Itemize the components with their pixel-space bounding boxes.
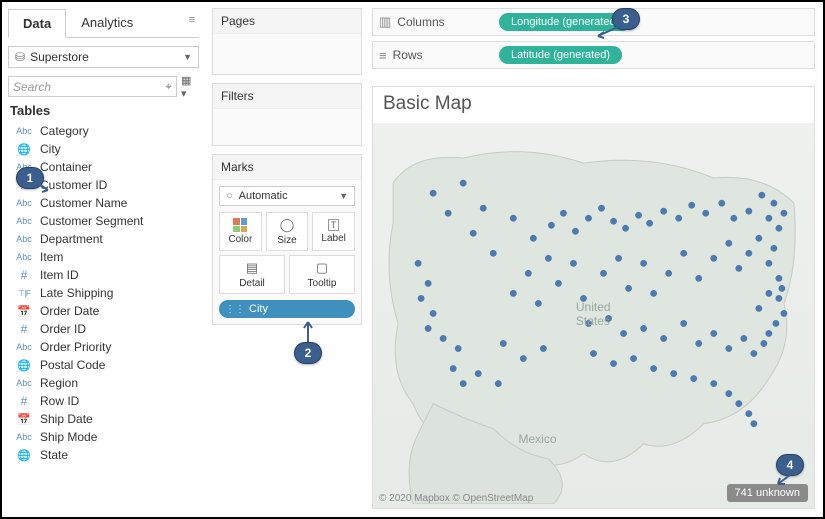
field-ship-date[interactable]: 📅Ship Date [8, 410, 203, 428]
annotation-arrow-3 [594, 24, 622, 40]
color-icon [233, 218, 247, 232]
field-order-id[interactable]: #Order ID [8, 320, 203, 338]
field-customer-name[interactable]: AbcCustomer Name [8, 194, 203, 212]
search-input[interactable]: Search ⌖ [8, 76, 177, 97]
annotation-arrow-4 [774, 470, 798, 488]
size-icon: ◯ [280, 217, 295, 233]
label-icon: T [328, 219, 340, 231]
field-region[interactable]: AbcRegion [8, 374, 203, 392]
marks-color-button[interactable]: Color [219, 212, 262, 251]
sheet-title[interactable]: Basic Map [373, 87, 814, 121]
shelves-column: Pages Filters Marks ○ Automatic ▼ Color … [212, 8, 362, 333]
marks-tooltip-button[interactable]: ▢ Tooltip [289, 255, 355, 294]
marks-label-button[interactable]: T Label [312, 212, 355, 251]
columns-label: Columns [397, 15, 444, 29]
field-state[interactable]: 🌐State [8, 446, 203, 464]
pages-label: Pages [213, 9, 361, 34]
tables-heading: Tables [10, 103, 205, 118]
datasource-name: Superstore [30, 50, 89, 64]
view-mode-toggle[interactable]: ▦ ▾ [181, 78, 199, 96]
sidebar-tabs: Data Analytics ≡ [8, 8, 199, 38]
field-item[interactable]: AbcItem [8, 248, 203, 266]
chevron-down-icon: ▼ [339, 191, 348, 201]
collapse-icon[interactable]: ≡ [185, 8, 199, 37]
database-icon: ⛁ [15, 50, 25, 64]
field-category[interactable]: AbcCategory [8, 122, 203, 140]
mark-type-text: Automatic [239, 190, 288, 202]
annotation-arrow-2 [302, 318, 314, 344]
marks-size-button[interactable]: ◯ Size [266, 212, 309, 251]
columns-icon: ▥ [379, 14, 391, 30]
marks-card: Marks ○ Automatic ▼ Color ◯ Size T Label… [212, 154, 362, 325]
rows-icon: ≡ [379, 48, 387, 63]
field-order-priority[interactable]: AbcOrder Priority [8, 338, 203, 356]
country-label-us: UnitedStates [576, 300, 611, 328]
field-postal-code[interactable]: 🌐Postal Code [8, 356, 203, 374]
field-item-id[interactable]: #Item ID [8, 266, 203, 284]
map-canvas[interactable]: UnitedStates Mexico © 2020 Mapbox © Open… [373, 123, 814, 508]
circle-icon: ○ [226, 190, 233, 202]
rows-pill-latitude[interactable]: Latitude (generated) [499, 46, 622, 64]
annotation-arrow-1 [30, 178, 52, 194]
field-row-id[interactable]: #Row ID [8, 392, 203, 410]
field-order-date[interactable]: 📅Order Date [8, 302, 203, 320]
columns-rows-shelves: ▥ Columns Longitude (generated) ≡ Rows L… [372, 8, 815, 74]
detail-small-icon: ⋮⋮ [225, 304, 245, 315]
detail-icon: ▤ [246, 260, 258, 276]
data-pane: Data Analytics ≡ ⛁ Superstore ▼ Search ⌖… [2, 2, 205, 517]
detail-pill-city[interactable]: ⋮⋮ City [219, 300, 355, 318]
map-attribution: © 2020 Mapbox © OpenStreetMap [379, 493, 533, 504]
viz-area: Basic Map UnitedStates Mexico © 2020 Map… [372, 86, 815, 509]
filters-shelf[interactable]: Filters [212, 83, 362, 146]
annotation-2: 2 [294, 342, 322, 364]
chevron-down-icon: ▼ [183, 52, 192, 62]
mark-type-select[interactable]: ○ Automatic ▼ [219, 186, 355, 206]
search-placeholder: Search [13, 80, 51, 94]
field-ship-mode[interactable]: AbcShip Mode [8, 428, 203, 446]
field-department[interactable]: AbcDepartment [8, 230, 203, 248]
field-city[interactable]: 🌐City [8, 140, 203, 158]
filters-label: Filters [213, 84, 361, 109]
rows-shelf[interactable]: ≡ Rows Latitude (generated) [372, 41, 815, 69]
pages-shelf[interactable]: Pages [212, 8, 362, 75]
rows-label: Rows [393, 48, 423, 62]
field-late-shipping[interactable]: ⊤|FLate Shipping [8, 284, 203, 302]
search-icon: ⌖ [165, 79, 172, 94]
country-label-mexico: Mexico [519, 432, 557, 446]
tab-data[interactable]: Data [8, 9, 66, 38]
datasource-select[interactable]: ⛁ Superstore ▼ [8, 46, 199, 68]
marks-label: Marks [213, 155, 361, 180]
field-customer-segment[interactable]: AbcCustomer Segment [8, 212, 203, 230]
marks-detail-button[interactable]: ▤ Detail [219, 255, 285, 294]
tab-analytics[interactable]: Analytics [66, 8, 148, 37]
tooltip-icon: ▢ [316, 260, 328, 276]
